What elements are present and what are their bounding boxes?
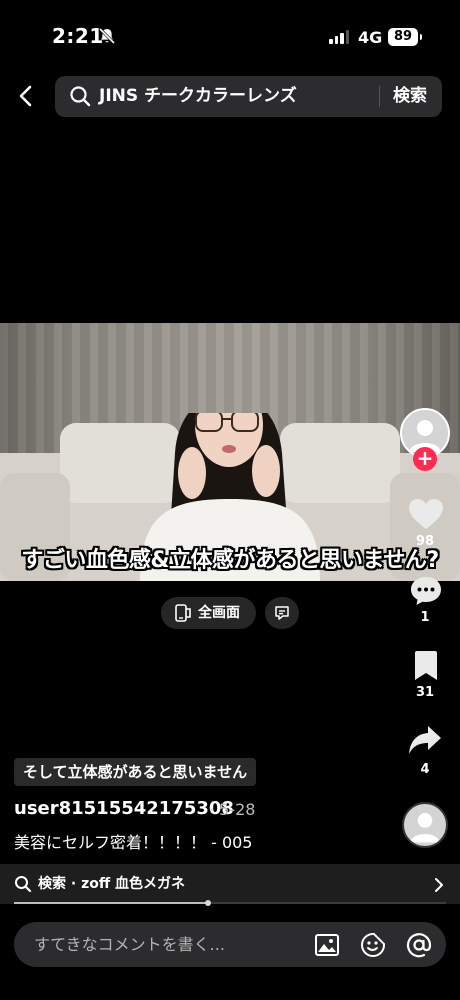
subtitle-button[interactable] bbox=[265, 597, 299, 629]
playback-progress-fill bbox=[14, 902, 209, 904]
status-bar: 2:21 4G 89 bbox=[0, 0, 460, 74]
playback-scrubber[interactable] bbox=[205, 900, 212, 906]
search-query: JINS チークカラーレンズ bbox=[99, 86, 297, 106]
comment-input[interactable]: すてきなコメントを書く... bbox=[14, 922, 446, 967]
music-disc[interactable] bbox=[402, 802, 448, 848]
playback-progress-bar[interactable] bbox=[14, 900, 446, 906]
share-count: 4 bbox=[420, 762, 430, 777]
save-count: 31 bbox=[415, 685, 435, 700]
chevron-right-icon bbox=[435, 878, 443, 892]
at-sign-icon[interactable] bbox=[406, 932, 432, 958]
network-type: 4G bbox=[358, 28, 383, 47]
cell-signal-icon bbox=[329, 30, 349, 44]
related-search-label: 検索 · zoff 血色メガネ bbox=[38, 876, 186, 892]
back-button[interactable] bbox=[16, 84, 36, 108]
video-caption: すごい血色感&立体感があると思いません? bbox=[21, 548, 439, 573]
search-divider bbox=[379, 86, 380, 107]
heart-icon[interactable] bbox=[408, 498, 444, 530]
fullscreen-label: 全画面 bbox=[198, 605, 240, 621]
fullscreen-icon bbox=[175, 604, 191, 622]
user-placeholder-icon bbox=[410, 813, 440, 843]
comment-icon[interactable] bbox=[409, 575, 443, 607]
emoji-icon[interactable] bbox=[360, 932, 386, 958]
caption-tag[interactable]: そして立体感があると思いません bbox=[14, 758, 257, 786]
username[interactable]: user81515542175308 bbox=[14, 798, 234, 820]
subtitle-icon bbox=[275, 606, 289, 620]
search-submit-button[interactable]: 検索 bbox=[393, 85, 427, 107]
related-search-bar[interactable]: 検索 · zoff 血色メガネ bbox=[0, 864, 460, 904]
search-input[interactable]: JINS チークカラーレンズ 検索 bbox=[55, 76, 442, 117]
search-icon bbox=[15, 876, 32, 893]
bookmark-icon[interactable] bbox=[412, 650, 440, 682]
fullscreen-button[interactable]: 全画面 bbox=[161, 597, 256, 629]
status-time: 2:21 bbox=[52, 24, 104, 48]
bell-slash-icon bbox=[98, 27, 116, 45]
search-icon bbox=[70, 86, 91, 107]
comment-count: 1 bbox=[420, 610, 430, 625]
share-icon[interactable] bbox=[408, 724, 442, 756]
video-description[interactable]: 美容にセルフ密着！！！！ - 005 bbox=[14, 832, 253, 854]
comment-placeholder: すてきなコメントを書く... bbox=[34, 935, 225, 954]
battery-indicator: 89 bbox=[388, 28, 422, 46]
image-icon[interactable] bbox=[314, 932, 340, 958]
post-date: · 5-28 bbox=[209, 800, 256, 819]
follow-button[interactable]: + bbox=[413, 447, 437, 471]
like-count: 98 bbox=[415, 534, 435, 549]
